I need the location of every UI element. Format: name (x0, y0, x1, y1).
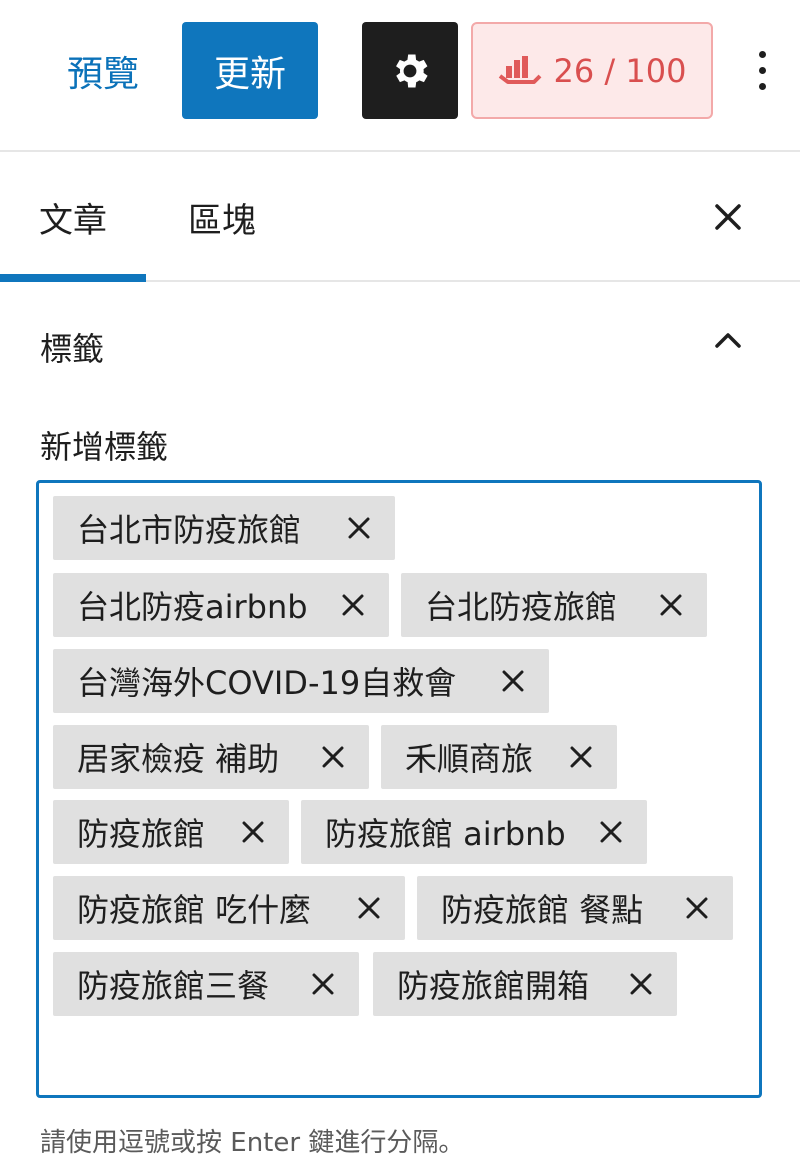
tag-label: 台北市防疫旅館 (77, 511, 302, 549)
close-icon[interactable] (708, 197, 748, 237)
tag-label: 台北防疫airbnb (77, 588, 308, 626)
tag-label: 防疫旅館 (77, 815, 206, 853)
tag-token: 台北防疫airbnb (53, 573, 389, 637)
active-tab-indicator (0, 274, 146, 282)
editor-toolbar: 預覽 更新 26 / 100 (0, 0, 800, 152)
remove-tag-icon[interactable] (339, 591, 367, 619)
tab-block-label: 區塊 (188, 200, 256, 241)
remove-tag-icon[interactable] (499, 667, 527, 695)
more-options-button[interactable] (742, 40, 782, 100)
panel-title: 標籤 (40, 330, 105, 368)
remove-tag-icon[interactable] (597, 818, 625, 846)
tag-help-text: 請使用逗號或按 Enter 鍵進行分隔。 (40, 1128, 465, 1158)
sidebar-tabs: 文章 區塊 (0, 152, 800, 282)
tag-label: 防疫旅館 吃什麼 (77, 891, 312, 929)
preview-button[interactable]: 預覽 (48, 22, 158, 119)
settings-button[interactable] (362, 22, 458, 119)
tag-label: 防疫旅館 餐點 (441, 891, 644, 929)
tag-label: 居家檢疫 補助 (77, 740, 280, 778)
tag-token: 防疫旅館開箱 (373, 952, 677, 1016)
tag-token: 台北防疫旅館 (401, 573, 707, 637)
tab-block[interactable]: 區塊 (188, 152, 256, 282)
gear-icon (396, 54, 428, 87)
remove-tag-icon[interactable] (567, 743, 595, 771)
add-tag-label: 新增標籤 (40, 428, 169, 466)
remove-tag-icon[interactable] (309, 970, 337, 998)
ellipsis-dot (758, 82, 766, 90)
remove-tag-icon[interactable] (683, 894, 711, 922)
tag-token-field[interactable]: 台北市防疫旅館 台北防疫airbnb 台北防疫旅館 台灣海外COVID-19自救… (36, 480, 762, 1098)
chevron-up-icon (715, 333, 741, 348)
tags-panel-header[interactable]: 標籤 (0, 300, 800, 390)
tag-token: 防疫旅館 (53, 800, 289, 864)
remove-tag-icon[interactable] (657, 591, 685, 619)
tab-post-label: 文章 (39, 200, 107, 241)
seo-score: 26 / 100 (553, 51, 687, 90)
remove-tag-icon[interactable] (319, 743, 347, 771)
tag-token: 防疫旅館三餐 (53, 952, 359, 1016)
seo-score-button[interactable]: 26 / 100 (471, 22, 713, 119)
remove-tag-icon[interactable] (627, 970, 655, 998)
tag-label: 防疫旅館開箱 (397, 967, 590, 1005)
tag-label: 禾順商旅 (405, 740, 534, 778)
remove-tag-icon[interactable] (239, 818, 267, 846)
tag-token: 台灣海外COVID-19自救會 (53, 649, 549, 713)
tag-token: 防疫旅館 餐點 (417, 876, 733, 940)
tag-token: 禾順商旅 (381, 725, 617, 789)
chart-hand-icon (498, 55, 541, 84)
tag-label: 台灣海外COVID-19自救會 (77, 664, 457, 702)
tab-post[interactable]: 文章 (0, 152, 146, 282)
tag-token: 居家檢疫 補助 (53, 725, 369, 789)
update-button[interactable]: 更新 (182, 22, 318, 119)
vertical-ellipsis-icon (758, 50, 766, 58)
ellipsis-dot (758, 66, 766, 74)
remove-tag-icon[interactable] (355, 894, 383, 922)
tag-token: 台北市防疫旅館 (53, 496, 395, 560)
tag-token: 防疫旅館 airbnb (301, 800, 647, 864)
tag-label: 防疫旅館三餐 (77, 967, 270, 1005)
remove-tag-icon[interactable] (345, 514, 373, 542)
tag-label: 台北防疫旅館 (425, 588, 618, 626)
tag-token: 防疫旅館 吃什麼 (53, 876, 405, 940)
tag-label: 防疫旅館 airbnb (325, 815, 566, 853)
